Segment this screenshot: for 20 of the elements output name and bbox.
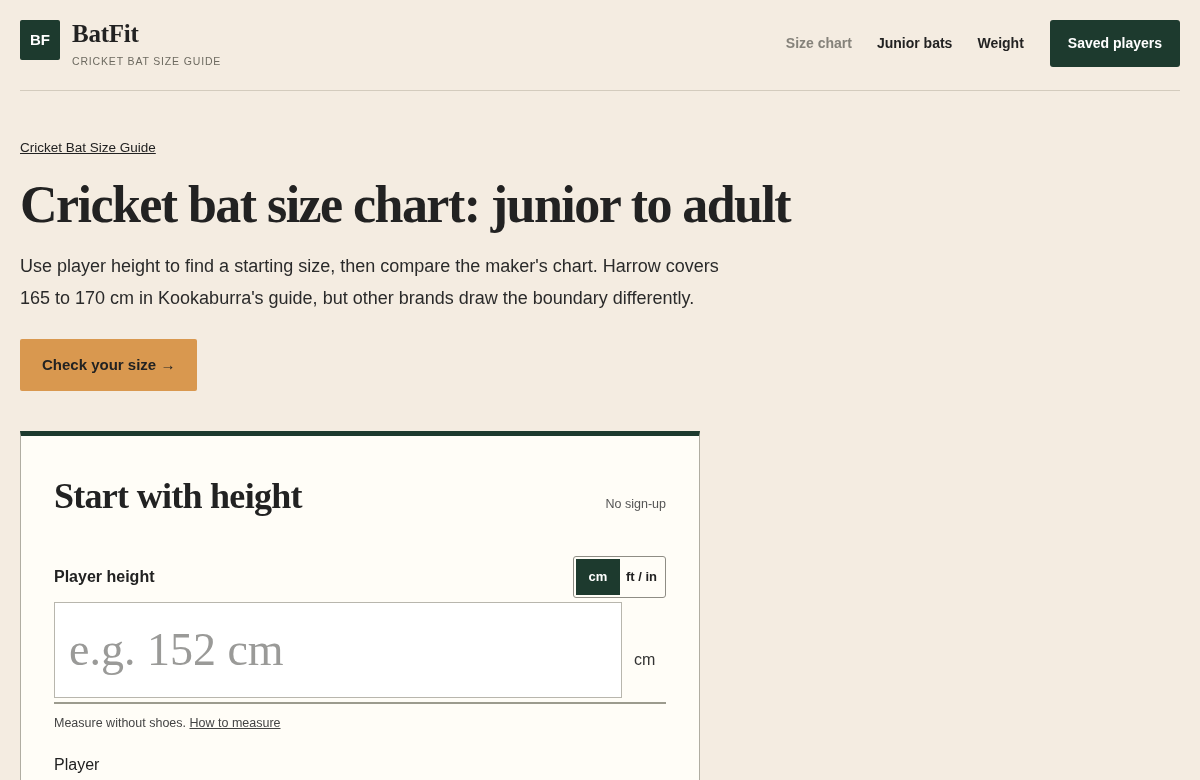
logo-mark: BF [20,20,60,60]
unit-suffix: cm [634,649,656,670]
page-heading: Cricket bat size chart: junior to adult [20,174,793,235]
player-label: Player [54,754,101,775]
no-signup-note: No sign-up [605,496,666,513]
help-text: Measure without shoes. How to measure [54,714,282,732]
intro-text: Use player height to find a starting size, then compare the maker's chart. Harrow covers 165 to 170 cm in Kookaburra's guide, but other brands draw the boundary differently. [20,254,720,310]
field-label: Player height [54,566,155,587]
nav-link[interactable]: Weight [977,33,1024,54]
height-input[interactable]: e.g. 152 cm [54,601,622,698]
saved-players-button[interactable]: Saved players [1049,20,1180,67]
unit-option[interactable]: ft / in [619,558,663,595]
nav-link[interactable]: Junior bats [876,33,953,54]
check-size-button[interactable]: Check your size → [20,338,198,391]
how-to-measure-link[interactable]: How to measure [189,715,281,730]
site-subtitle: CRICKET BAT SIZE GUIDE [72,54,222,69]
unit-option[interactable]: cm [575,558,620,595]
site-title: BatFit [72,20,140,48]
card-title: Start with height [54,474,302,518]
breadcrumb-link[interactable]: Cricket Bat Size Guide [20,139,156,155]
